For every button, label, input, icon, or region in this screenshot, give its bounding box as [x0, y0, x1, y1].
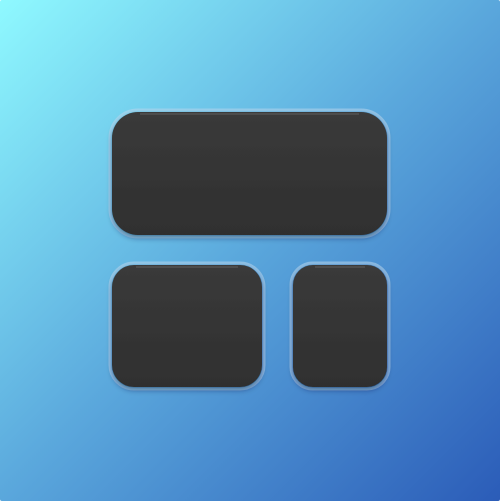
- tile-wide-top: [112, 112, 387, 235]
- dashboard-layout-icon: [0, 0, 500, 501]
- icon-background: [0, 0, 500, 501]
- icon-canvas: [0, 0, 500, 501]
- tile-bottom-right: [293, 265, 387, 387]
- tile-bottom-left: [112, 265, 262, 387]
